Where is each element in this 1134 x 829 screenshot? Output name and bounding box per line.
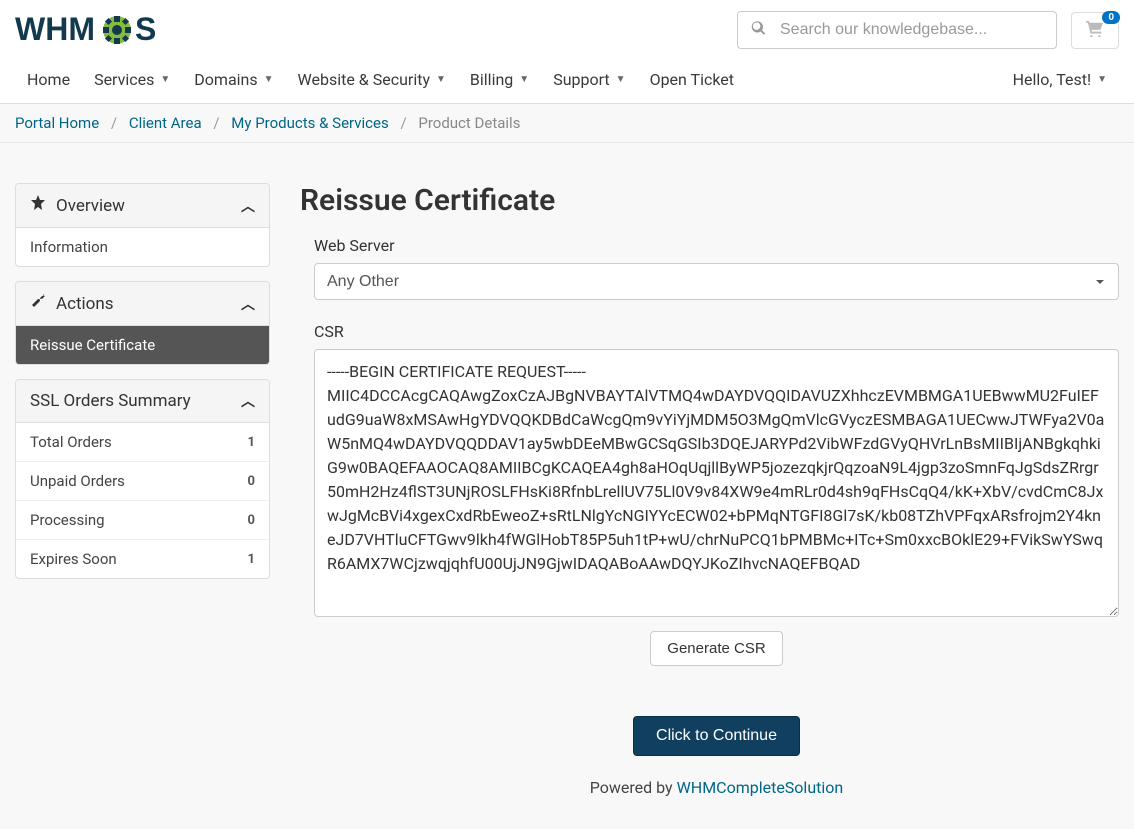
panel-ssl-summary-head[interactable]: SSL Orders Summary ︿	[16, 380, 269, 423]
main-nav: Home Services▼ Domains▼ Website & Securi…	[15, 56, 746, 103]
user-menu[interactable]: Hello, Test!▼	[1001, 56, 1119, 103]
summary-expires-soon[interactable]: Expires Soon1	[16, 540, 269, 578]
webserver-select[interactable]: Any Other	[314, 263, 1119, 300]
svg-text:S: S	[135, 11, 156, 47]
nav-open-ticket[interactable]: Open Ticket	[638, 56, 746, 103]
footer-link[interactable]: WHMCompleteSolution	[677, 778, 844, 797]
breadcrumb-link[interactable]: Client Area	[129, 114, 202, 132]
overview-information[interactable]: Information	[16, 228, 269, 266]
panel-overview-head[interactable]: Overview ︿	[16, 184, 269, 228]
continue-button[interactable]: Click to Continue	[633, 716, 800, 756]
nav-services[interactable]: Services▼	[82, 56, 182, 103]
csr-textarea[interactable]	[314, 349, 1119, 617]
nav-support[interactable]: Support▼	[541, 56, 637, 103]
summary-processing[interactable]: Processing0	[16, 501, 269, 540]
cart-button[interactable]: 0	[1071, 12, 1119, 49]
chevron-down-icon: ▼	[436, 74, 446, 85]
breadcrumb-link[interactable]: My Products & Services	[231, 114, 388, 132]
page-title: Reissue Certificate	[300, 183, 1119, 218]
chevron-up-icon: ︿	[241, 294, 255, 314]
panel-actions: Actions ︿ Reissue Certificate	[15, 281, 270, 365]
chevron-down-icon: ▼	[160, 74, 170, 85]
chevron-down-icon: ▼	[519, 74, 529, 85]
nav-home[interactable]: Home	[15, 56, 82, 103]
summary-total-orders[interactable]: Total Orders1	[16, 423, 269, 462]
svg-text:WHM: WHM	[15, 11, 95, 47]
chevron-up-icon: ︿	[241, 391, 255, 411]
star-icon	[30, 195, 46, 216]
chevron-down-icon: ▼	[264, 74, 274, 85]
nav-domains[interactable]: Domains▼	[182, 56, 285, 103]
panel-actions-head[interactable]: Actions ︿	[16, 282, 269, 326]
nav-website-security[interactable]: Website & Security▼	[286, 56, 458, 103]
summary-unpaid-orders[interactable]: Unpaid Orders0	[16, 462, 269, 501]
panel-ssl-summary: SSL Orders Summary ︿ Total Orders1 Unpai…	[15, 379, 270, 579]
search-icon	[751, 21, 766, 40]
webserver-label: Web Server	[314, 236, 1119, 255]
csr-label: CSR	[314, 322, 1119, 341]
chevron-down-icon: ▼	[616, 74, 626, 85]
search-input[interactable]	[737, 11, 1057, 49]
breadcrumb: Portal Home / Client Area / My Products …	[0, 104, 1134, 143]
wrench-icon	[30, 293, 46, 314]
chevron-down-icon: ▼	[1097, 74, 1107, 85]
chevron-up-icon: ︿	[241, 196, 255, 216]
generate-csr-button[interactable]: Generate CSR	[650, 631, 782, 666]
breadcrumb-link[interactable]: Portal Home	[15, 114, 99, 132]
breadcrumb-current: Product Details	[418, 114, 520, 132]
footer: Powered by WHMCompleteSolution	[314, 756, 1119, 809]
nav-billing[interactable]: Billing▼	[458, 56, 541, 103]
action-reissue-certificate[interactable]: Reissue Certificate	[16, 326, 269, 364]
cart-badge: 0	[1102, 11, 1120, 24]
logo[interactable]: WHM S	[15, 10, 205, 50]
panel-overview: Overview ︿ Information	[15, 183, 270, 267]
